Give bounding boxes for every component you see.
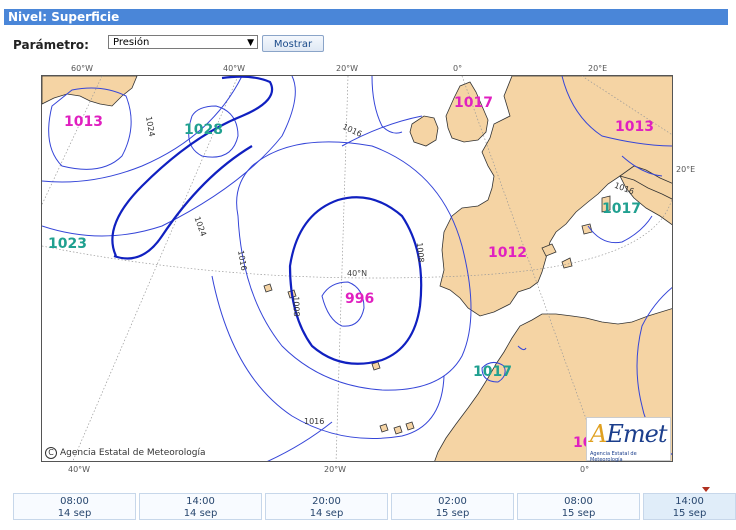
copyright-icon: C	[45, 447, 57, 459]
pressure-label-low: 1012	[488, 245, 527, 261]
time-slot-date: 14 sep	[57, 508, 92, 519]
lon-label-top: 20°W	[336, 64, 359, 73]
aemet-logo: AEmet Agencia Estatal de Meteorología	[586, 417, 671, 463]
parameter-label: Parámetro:	[13, 38, 89, 52]
time-slot-time: 20:00	[312, 496, 341, 507]
time-slot-time: 14:00	[675, 496, 704, 507]
lon-label-top: 40°W	[223, 64, 246, 73]
isobars-thick	[111, 76, 423, 365]
time-slot-date: 15 sep	[435, 508, 470, 519]
pressure-label-low: 1013	[615, 119, 654, 135]
time-slot-time: 14:00	[186, 496, 215, 507]
time-slot[interactable]: 02:00 15 sep	[391, 493, 514, 520]
lon-label-bottom: 20°W	[324, 465, 347, 474]
time-slot[interactable]: 20:00 14 sep	[265, 493, 388, 520]
copyright: C Agencia Estatal de Meteorología	[45, 447, 206, 459]
logo-wordmark: AEmet	[590, 420, 667, 448]
time-slot[interactable]: 14:00 14 sep	[139, 493, 262, 520]
time-selector: 08:00 14 sep 14:00 14 sep 20:00 14 sep 0…	[13, 493, 736, 521]
logo-subtitle: Agencia Estatal de Meteorología	[590, 451, 637, 463]
chevron-down-icon: ▼	[247, 38, 254, 48]
lon-label-top: 60°W	[71, 64, 94, 73]
time-slot-time: 08:00	[60, 496, 89, 507]
lon-label-top: 0°	[453, 64, 463, 73]
time-slot[interactable]: 08:00 15 sep	[517, 493, 640, 520]
time-slot-time: 02:00	[438, 496, 467, 507]
time-slot-date: 14 sep	[309, 508, 344, 519]
current-time-marker-icon	[702, 487, 710, 492]
lon-label-bottom: 40°W	[68, 465, 91, 474]
time-slot-time: 08:00	[564, 496, 593, 507]
isobar-label: 1008	[414, 241, 426, 264]
lon-label-top: 20°E	[588, 64, 608, 73]
isobar-label: 1016	[304, 417, 325, 426]
pressure-label-high: 1017	[602, 201, 641, 217]
time-slot[interactable]: 08:00 14 sep	[13, 493, 136, 520]
pressure-label-high: 1028	[184, 122, 223, 138]
time-slot-date: 15 sep	[561, 508, 596, 519]
copyright-text: Agencia Estatal de Meteorología	[60, 448, 206, 458]
isobar-label: 1008	[291, 296, 302, 317]
lon-label-bottom: 0°	[580, 465, 590, 474]
pressure-label-low: 1013	[64, 114, 103, 130]
lat-label-inner: 40°N	[347, 269, 368, 278]
parameter-select-value: Presión	[113, 37, 150, 48]
time-slot-date: 14 sep	[183, 508, 218, 519]
pressure-label-high: 1017	[473, 364, 512, 380]
time-slot-active[interactable]: 14:00 15 sep	[643, 493, 736, 520]
pressure-map[interactable]: 1024 1016 1024 1016 1008 1008 1016 1016 …	[41, 75, 673, 462]
time-slot-date: 15 sep	[672, 508, 707, 519]
pressure-label-low: 996	[345, 291, 375, 307]
show-button[interactable]: Mostrar	[262, 35, 324, 52]
parameter-select[interactable]: Presión ▼	[108, 35, 258, 49]
pressure-label-low: 1017	[454, 95, 493, 111]
pressure-label-high: 1023	[48, 236, 87, 252]
lat-label-right: 20°E	[676, 165, 696, 174]
level-header: Nivel: Superficie	[4, 9, 728, 25]
